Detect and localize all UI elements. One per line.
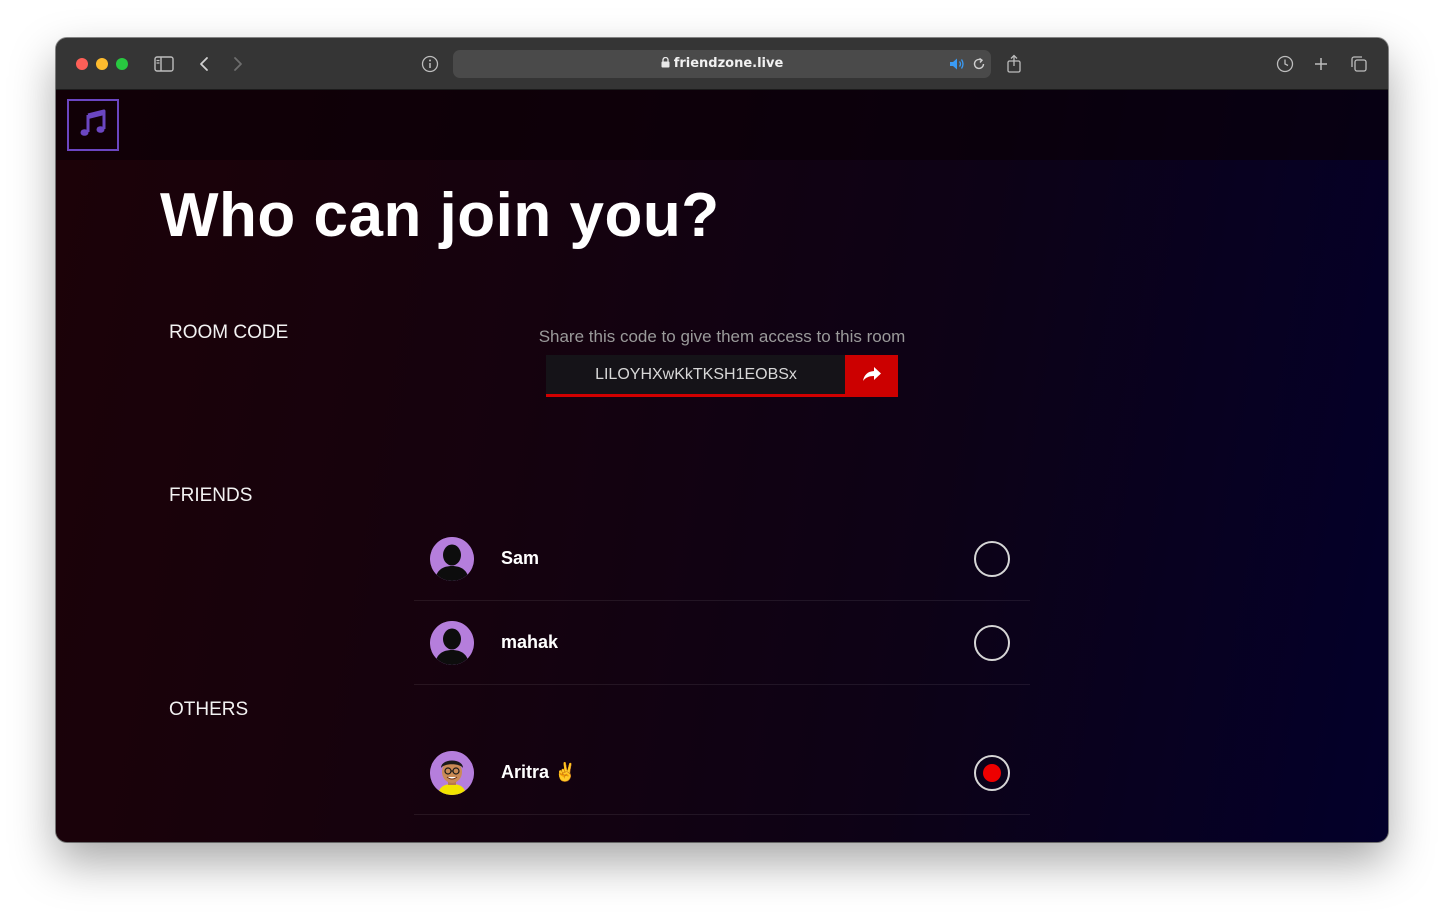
history-icon[interactable]: [1273, 52, 1297, 76]
lock-icon: [661, 56, 670, 72]
friends-section-label: FRIENDS: [169, 485, 253, 506]
minimize-window-button[interactable]: [96, 58, 108, 70]
music-note-icon: [77, 107, 109, 144]
other-select-radio[interactable]: [974, 755, 1010, 791]
sidebar-toggle-icon[interactable]: [152, 52, 176, 76]
browser-toolbar: friendzone.live: [56, 38, 1388, 90]
share-icon[interactable]: [1002, 52, 1026, 76]
friend-name: Sam: [501, 548, 540, 568]
zoom-window-button[interactable]: [116, 58, 128, 70]
share-arrow-icon: [862, 366, 882, 387]
friend-select-radio[interactable]: [974, 625, 1010, 661]
friend-select-radio[interactable]: [974, 541, 1010, 577]
tab-overview-icon[interactable]: [1347, 52, 1371, 76]
address-bar[interactable]: friendzone.live: [453, 50, 991, 78]
share-room-code-button[interactable]: [845, 355, 898, 397]
app-logo[interactable]: [67, 99, 119, 151]
avatar: [430, 751, 474, 795]
room-code-value: LILOYHXwKkTKSH1EOBSx: [595, 365, 797, 383]
reload-icon[interactable]: [967, 52, 991, 76]
others-section-label: OTHERS: [169, 699, 249, 720]
audio-playing-icon[interactable]: [945, 52, 969, 76]
back-icon[interactable]: [192, 52, 216, 76]
other-row-aritra[interactable]: Aritra ✌: [414, 731, 1030, 815]
friend-row-sam[interactable]: Sam: [414, 517, 1030, 601]
radio-selected-dot: [983, 764, 1001, 782]
close-window-button[interactable]: [76, 58, 88, 70]
room-code-field[interactable]: LILOYHXwKkTKSH1EOBSx: [546, 355, 846, 397]
avatar: [430, 621, 474, 665]
info-icon[interactable]: [418, 52, 442, 76]
page-title: Who can join you?: [160, 181, 720, 250]
address-bar-url: friendzone.live: [453, 56, 991, 72]
app-header: [56, 90, 1388, 160]
browser-window: friendzone.live Who can join you? ROOM C…: [56, 38, 1388, 842]
forward-icon[interactable]: [226, 52, 250, 76]
avatar: [430, 537, 474, 581]
url-label: friendzone.live: [673, 56, 784, 71]
new-tab-icon[interactable]: [1309, 52, 1333, 76]
friend-name: mahak: [501, 632, 559, 652]
room-code-hint: Share this code to give them access to t…: [538, 327, 906, 346]
friend-row-mahak[interactable]: mahak: [414, 601, 1030, 685]
other-name: Aritra ✌: [501, 762, 577, 782]
page-content: Who can join you? ROOM CODE Share this c…: [56, 90, 1388, 842]
